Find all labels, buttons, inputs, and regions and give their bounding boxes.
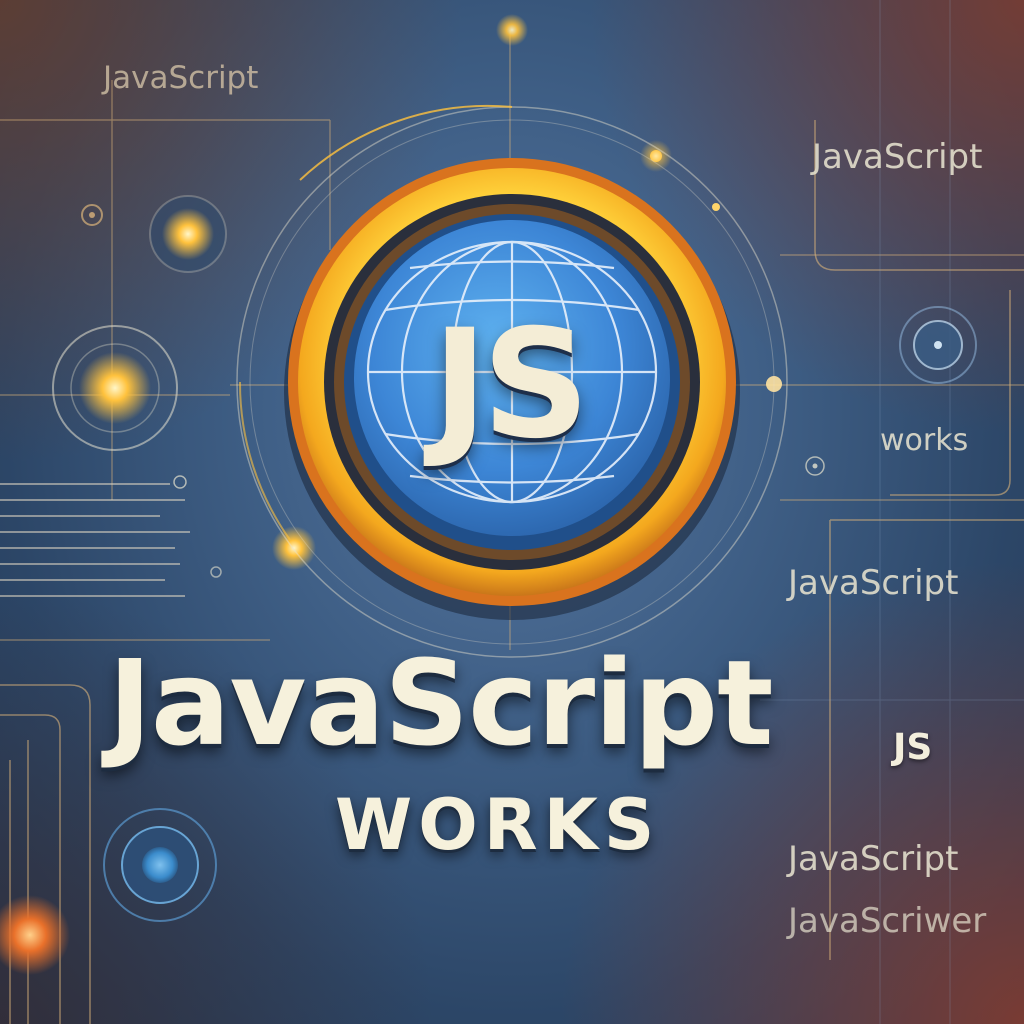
side-label-top-left: JavaScript <box>103 60 259 96</box>
headline-title: JavaScript <box>108 634 774 772</box>
js-badge-text: JS <box>432 298 590 472</box>
side-label-right-bottom-1: JavaScript <box>788 839 959 879</box>
side-label-right-middle: JavaScript <box>788 563 959 603</box>
poster-canvas: JS JavaScript JavaScript works JavaScrip… <box>0 0 1024 1024</box>
side-label-works: works <box>880 423 969 458</box>
headline-subtitle: WORKS <box>335 784 661 866</box>
headline-suffix: JS <box>893 727 933 768</box>
side-label-right-bottom-2: JavaScriwer <box>788 901 987 941</box>
side-label-right-top: JavaScript <box>812 137 983 177</box>
